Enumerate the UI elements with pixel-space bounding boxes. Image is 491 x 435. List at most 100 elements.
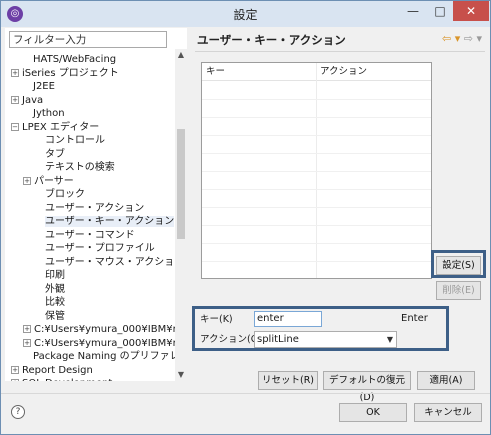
tree-item-label: 比較 bbox=[45, 297, 65, 308]
tree-item[interactable]: 保管 bbox=[35, 310, 65, 323]
preferences-tree: HATS/WebFacing + iSeries プロジェクト J2EE + Java Jy… bbox=[5, 49, 175, 381]
preference-page: ユーザー・キー・アクション ⇦ ▾ ⇨ ▾ キー アクション 設定(S) 削除(… bbox=[192, 28, 488, 403]
tree-item[interactable]: Jython bbox=[23, 107, 65, 120]
close-button[interactable]: ✕ bbox=[453, 1, 489, 21]
delete-button[interactable]: 削除(E) bbox=[436, 281, 481, 300]
table-row bbox=[202, 243, 431, 244]
tree-item[interactable]: 外観 bbox=[35, 283, 65, 296]
title-bar: ◎ 設定 — □ ✕ bbox=[1, 1, 490, 27]
tree-item-label: C:¥Users¥ymura_000¥IBM¥ra bbox=[34, 324, 175, 335]
tree-item-label: コントロール bbox=[45, 135, 105, 146]
scroll-thumb[interactable] bbox=[177, 129, 185, 239]
tree-item[interactable]: ユーザー・アクション bbox=[35, 202, 144, 215]
tree-item-label: 印刷 bbox=[45, 270, 65, 281]
tree-item-label: Java bbox=[22, 94, 44, 106]
tree-item-label: J2EE bbox=[33, 81, 55, 92]
expand-icon[interactable]: + bbox=[11, 95, 19, 104]
tree-item-label: ユーザー・マウス・アクション bbox=[45, 256, 175, 268]
tree-item-label: Report Design bbox=[22, 364, 93, 376]
tree-item-label: iSeries プロジェクト bbox=[22, 67, 119, 79]
tree-item-label: パーサー bbox=[34, 175, 74, 187]
tree-item-label: タブ bbox=[45, 148, 65, 160]
tree-item[interactable]: テキストの検索 bbox=[35, 161, 115, 174]
key-action-table[interactable]: キー アクション bbox=[201, 62, 432, 279]
tree-item-label: HATS/WebFacing bbox=[33, 54, 117, 65]
tree-item[interactable]: + iSeries プロジェクト bbox=[11, 67, 119, 80]
tree-item[interactable]: HATS/WebFacing bbox=[23, 53, 116, 66]
tree-item[interactable]: + Report Design bbox=[11, 364, 93, 377]
filter-input[interactable] bbox=[9, 31, 167, 48]
scroll-up-arrow-icon[interactable]: ▲ bbox=[175, 49, 187, 61]
table-row bbox=[202, 261, 431, 262]
expand-icon[interactable]: + bbox=[23, 176, 31, 185]
table-row bbox=[202, 135, 431, 136]
action-select[interactable]: splitLine ▼ bbox=[254, 331, 397, 348]
expand-icon[interactable]: + bbox=[11, 68, 19, 77]
tree-item-label: C:¥Users¥ymura_000¥IBM¥ra bbox=[34, 337, 175, 349]
tree-item[interactable]: Package Naming のプリファレンス bbox=[23, 350, 175, 363]
maximize-button[interactable]: □ bbox=[427, 1, 453, 21]
tree-item[interactable]: + C:¥Users¥ymura_000¥IBM¥ra bbox=[23, 337, 175, 350]
tree-item-label: ユーザー・アクション bbox=[45, 202, 145, 214]
tree-item[interactable]: ユーザー・プロファイル bbox=[35, 242, 155, 255]
tree-scrollbar[interactable]: ▲ ▼ bbox=[175, 49, 187, 381]
preferences-window: ◎ 設定 — □ ✕ HATS/WebFacing+iSeries プロジェクト… bbox=[0, 0, 491, 435]
tree-item-label: Package Naming のプリファレンス bbox=[33, 351, 175, 362]
tree-item[interactable]: ユーザー・マウス・アクション bbox=[35, 256, 175, 269]
footer-divider bbox=[1, 393, 490, 394]
tree-item[interactable]: ブロック bbox=[35, 188, 85, 201]
set-button[interactable]: 設定(S) bbox=[436, 256, 481, 275]
key-input[interactable]: enter bbox=[254, 311, 322, 327]
expand-icon[interactable]: + bbox=[11, 379, 19, 381]
tree-item-label: LPEX エディター bbox=[22, 121, 100, 133]
tree-item[interactable]: ユーザー・コマンド bbox=[35, 229, 135, 242]
page-title: ユーザー・キー・アクション bbox=[197, 33, 346, 47]
ok-button[interactable]: OK bbox=[339, 403, 407, 422]
tree-item[interactable]: 比較 bbox=[35, 296, 65, 309]
column-header-action[interactable]: アクション bbox=[320, 63, 367, 81]
cancel-button[interactable]: キャンセル bbox=[414, 403, 482, 422]
tree-item[interactable]: + C:¥Users¥ymura_000¥IBM¥ra bbox=[23, 323, 175, 336]
tree-item[interactable]: +SQL Development bbox=[11, 377, 112, 381]
tree-item[interactable]: + Java bbox=[11, 94, 43, 107]
help-icon[interactable]: ? bbox=[11, 405, 25, 419]
reset-button[interactable]: リセット(R) bbox=[258, 371, 318, 390]
tree-item[interactable]: J2EE bbox=[23, 80, 55, 93]
tree-item[interactable]: 印刷 bbox=[35, 269, 65, 282]
key-label: キー(K) bbox=[200, 314, 233, 325]
tree-item-label: ブロック bbox=[45, 189, 85, 200]
tree-item[interactable]: − LPEX エディター bbox=[11, 121, 99, 134]
expand-icon[interactable]: + bbox=[11, 365, 19, 374]
expand-icon[interactable]: + bbox=[23, 338, 31, 347]
action-select-value: splitLine bbox=[257, 334, 299, 345]
tree-item-label: ユーザー・キー・アクション bbox=[45, 216, 175, 227]
expand-icon[interactable]: + bbox=[23, 325, 31, 333]
back-arrow-icon[interactable]: ⇦ ▾ bbox=[442, 32, 460, 45]
tree-item-label: ユーザー・プロファイル bbox=[45, 243, 155, 254]
collapse-icon[interactable]: − bbox=[11, 122, 19, 131]
table-row bbox=[202, 153, 431, 154]
table-row bbox=[202, 171, 431, 172]
table-row bbox=[202, 189, 431, 190]
tree-item[interactable]: タブ bbox=[35, 148, 65, 161]
column-header-key[interactable]: キー bbox=[206, 63, 225, 81]
preferences-tree-panel: HATS/WebFacing+iSeries プロジェクトJ2EE+JavaJy… bbox=[5, 28, 187, 381]
tree-item[interactable]: ユーザー・キー・アクション bbox=[35, 215, 175, 228]
action-label: アクション(C) bbox=[200, 334, 262, 345]
history-nav[interactable]: ⇦ ▾ ⇨ ▾ bbox=[442, 32, 482, 45]
key-display: Enter bbox=[401, 313, 428, 324]
tree-item[interactable]: コントロール bbox=[35, 134, 105, 147]
chevron-down-icon: ▼ bbox=[386, 335, 393, 344]
tree-item-label: 外観 bbox=[45, 283, 65, 295]
forward-arrow-icon[interactable]: ⇨ ▾ bbox=[464, 32, 482, 45]
scroll-down-arrow-icon[interactable]: ▼ bbox=[175, 369, 187, 381]
title-divider bbox=[195, 51, 485, 52]
tree-item-label: Jython bbox=[33, 108, 65, 119]
tree-item-label: 保管 bbox=[45, 310, 65, 322]
restore-defaults-button[interactable]: デフォルトの復元(D) bbox=[323, 371, 411, 403]
apply-button[interactable]: 適用(A) bbox=[417, 371, 475, 390]
table-row bbox=[202, 99, 431, 100]
tree-item-label: テキストの検索 bbox=[45, 162, 115, 173]
tree-item[interactable]: + パーサー bbox=[23, 175, 74, 188]
minimize-button[interactable]: — bbox=[400, 1, 426, 21]
